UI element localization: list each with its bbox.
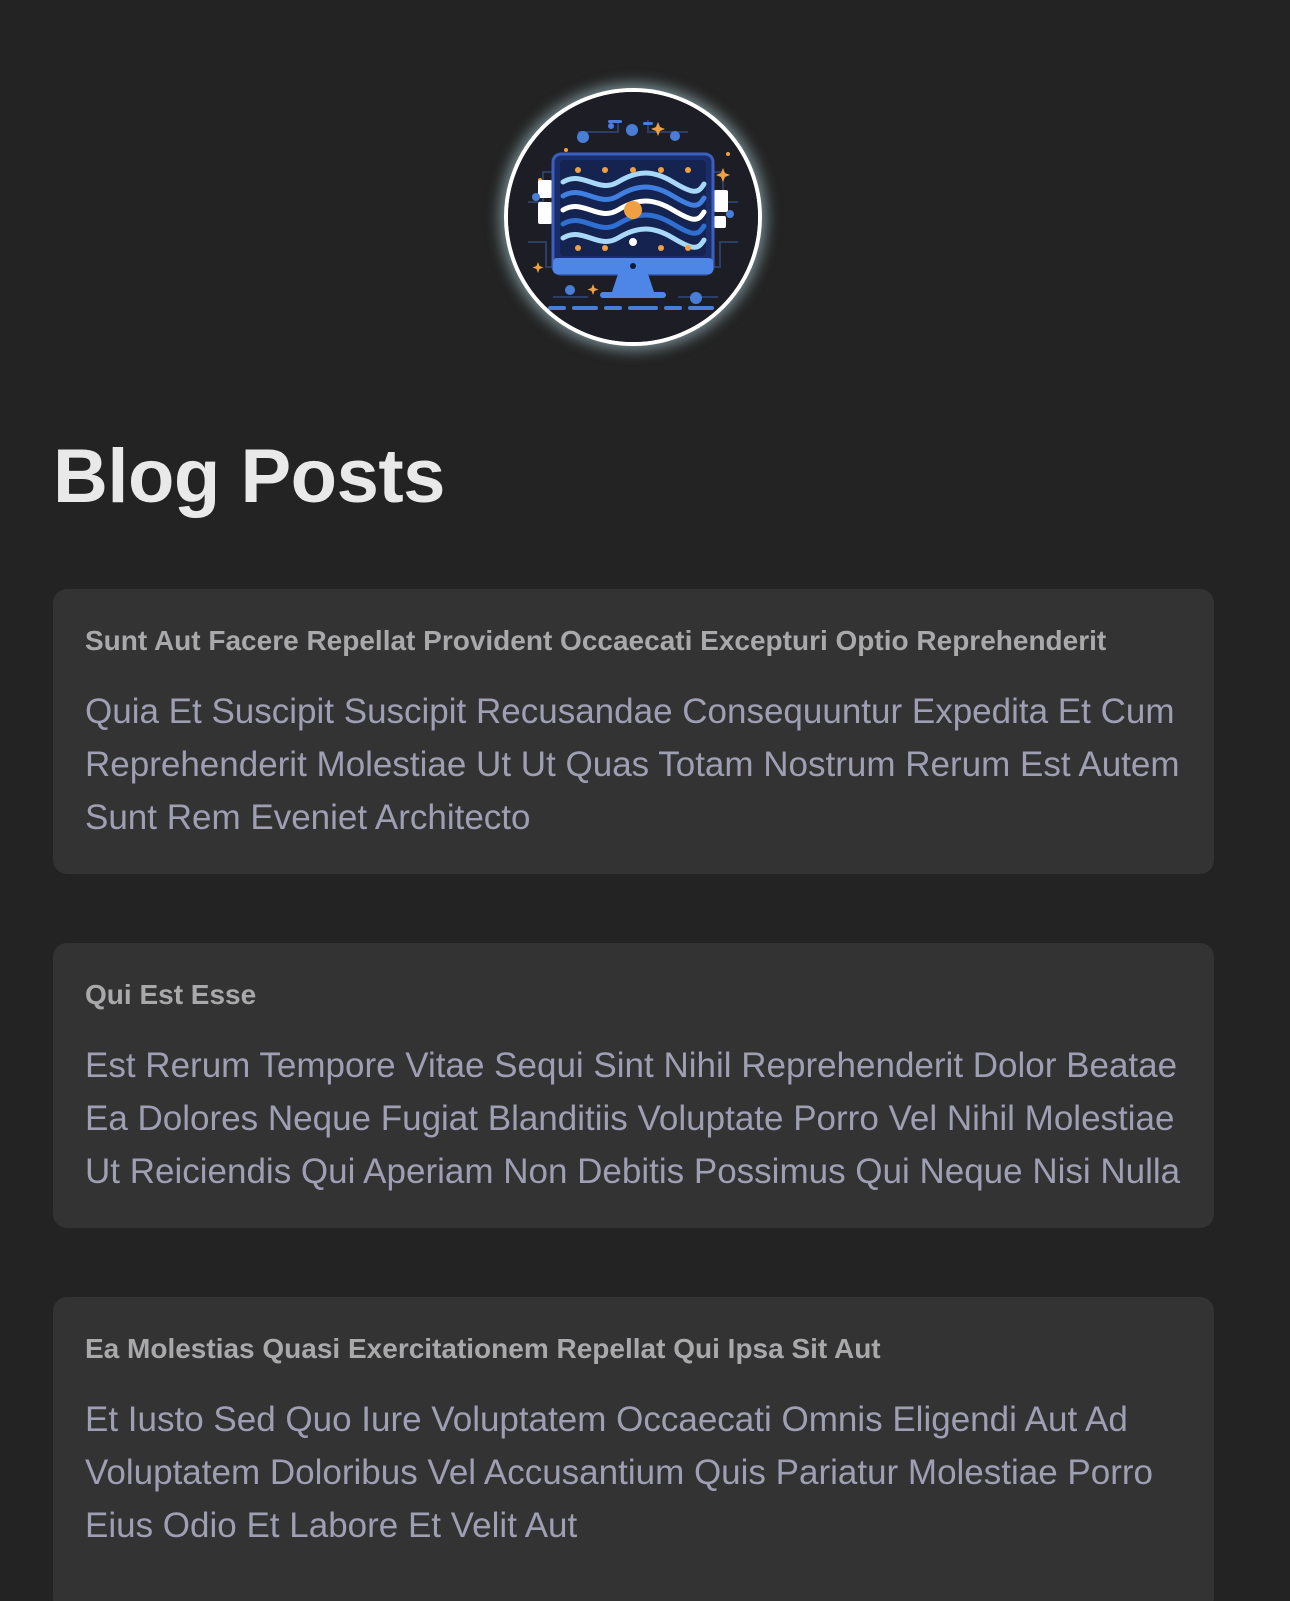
post-title[interactable]: Sunt Aut Facere Repellat Provident Occae… (85, 623, 1182, 659)
post-card[interactable]: Qui Est Esse Est Rerum Tempore Vitae Seq… (53, 943, 1214, 1228)
post-body: Est Rerum Tempore Vitae Sequi Sint Nihil… (85, 1046, 1181, 1191)
post-body: Quia Et Suscipit Suscipit Recusandae Con… (85, 692, 1180, 837)
post-card[interactable]: Ea Molestias Quasi Exercitationem Repell… (53, 1297, 1214, 1601)
post-card[interactable]: Sunt Aut Facere Repellat Provident Occae… (53, 589, 1214, 874)
computer-waves-logo-icon (508, 92, 758, 342)
post-title[interactable]: Ea Molestias Quasi Exercitationem Repell… (85, 1331, 1182, 1367)
page-title: Blog Posts (53, 434, 445, 519)
post-title[interactable]: Qui Est Esse (85, 977, 1182, 1013)
blog-page: Blog Posts Sunt Aut Facere Repellat Prov… (0, 0, 1290, 1601)
post-body: Et Iusto Sed Quo Iure Voluptatem Occaeca… (85, 1400, 1154, 1545)
avatar[interactable] (504, 88, 762, 346)
